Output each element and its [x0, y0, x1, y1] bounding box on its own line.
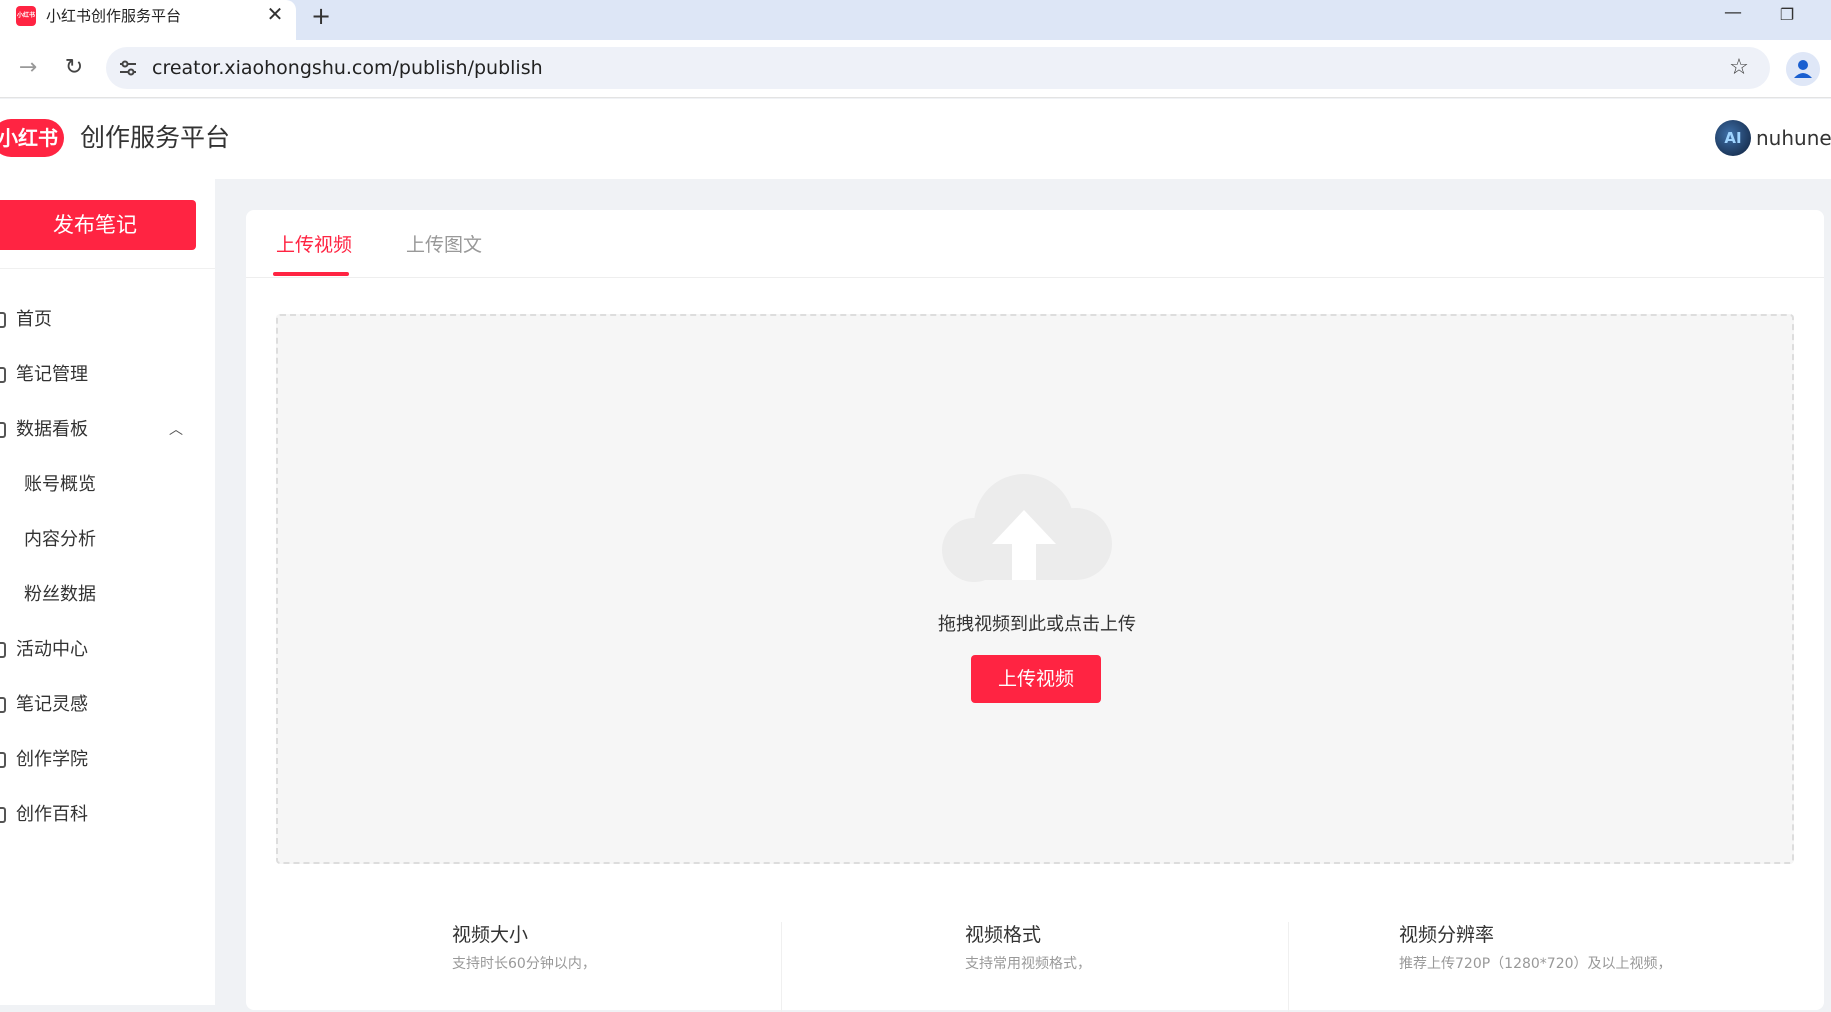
address-bar[interactable]: creator.xiaohongshu.com/publish/publish …	[106, 47, 1770, 89]
publish-card: 上传视频 上传图文 拖拽视频到此或点击上传 上传视频 视频大小 支持时长60分钟…	[246, 210, 1824, 1012]
sidebar-item-account-overview[interactable]: 账号概览	[0, 465, 215, 505]
sidebar-item-note-management[interactable]: 笔记管理	[0, 355, 215, 395]
sidebar-item-label: 活动中心	[16, 639, 88, 660]
sidebar-item-label: 内容分析	[24, 529, 96, 550]
arrow-right-icon[interactable]: →	[12, 52, 44, 84]
sidebar-item-creator-academy[interactable]: 创作学院	[0, 740, 215, 780]
sidebar-item-label: 笔记灵感	[16, 694, 88, 715]
upload-video-button[interactable]: 上传视频	[971, 655, 1101, 703]
url-text[interactable]: creator.xiaohongshu.com/publish/publish	[152, 57, 543, 79]
sidebar-item-creator-wiki[interactable]: 创作百科	[0, 795, 215, 835]
sidebar-item-label: 首页	[16, 309, 52, 330]
info-divider	[781, 922, 782, 1012]
sidebar-item-data-dashboard[interactable]: 数据看板 ︿	[0, 410, 215, 450]
info-desc: 推荐上传720P（1280*720）及以上视频，	[1399, 956, 1672, 972]
publish-note-button[interactable]: 发布笔记	[0, 200, 196, 250]
app-title: 创作服务平台	[80, 123, 231, 152]
app-header: 小红书 创作服务平台 AI nuhune	[0, 99, 1831, 179]
restore-icon[interactable]: ❐	[1772, 0, 1802, 30]
note-icon	[0, 367, 6, 383]
academy-icon	[0, 752, 6, 768]
info-title: 视频格式	[965, 924, 1042, 946]
reload-icon[interactable]: ↻	[58, 52, 90, 84]
chevron-up-icon[interactable]: ︿	[166, 410, 186, 450]
avatar[interactable]: AI	[1715, 120, 1751, 156]
sidebar-item-home[interactable]: 首页	[0, 300, 215, 340]
info-video-size: 视频大小 支持时长60分钟以内，	[452, 922, 596, 974]
sidebar-item-label: 粉丝数据	[24, 584, 96, 605]
sidebar-item-fan-data[interactable]: 粉丝数据	[0, 575, 215, 615]
sidebar-item-note-inspiration[interactable]: 笔记灵感	[0, 685, 215, 725]
browser-tabbar: 小红书 小红书创作服务平台 ✕ + — ❐	[0, 0, 1831, 40]
person-icon[interactable]	[1786, 52, 1820, 86]
info-desc: 支持常用视频格式，	[965, 956, 1091, 972]
chart-icon	[0, 422, 6, 438]
browser-toolbar: → ↻ creator.xiaohongshu.com/publish/publ…	[0, 40, 1831, 98]
dropzone-text: 拖拽视频到此或点击上传	[938, 614, 1136, 635]
video-dropzone[interactable]: 拖拽视频到此或点击上传 上传视频	[276, 314, 1794, 864]
tab-upload-video[interactable]: 上传视频	[276, 232, 352, 258]
username[interactable]: nuhune	[1756, 125, 1831, 151]
info-title: 视频分辨率	[1399, 924, 1495, 946]
minimize-icon[interactable]: —	[1718, 0, 1748, 30]
inspiration-icon	[0, 697, 6, 713]
sidebar-item-label: 账号概览	[24, 474, 96, 495]
info-desc: 支持时长60分钟以内，	[452, 956, 596, 972]
info-video-resolution: 视频分辨率 推荐上传720P（1280*720）及以上视频，	[1399, 922, 1672, 974]
info-title: 视频大小	[452, 924, 529, 946]
info-video-format: 视频格式 支持常用视频格式，	[965, 922, 1091, 974]
sidebar-item-content-analysis[interactable]: 内容分析	[0, 520, 215, 560]
close-icon[interactable]: ✕	[264, 3, 286, 25]
wiki-icon	[0, 807, 6, 823]
tune-icon[interactable]	[116, 56, 140, 80]
plus-icon[interactable]: +	[306, 3, 336, 29]
tab-title: 小红书创作服务平台	[46, 7, 182, 25]
active-tab-indicator	[273, 272, 349, 276]
xiaohongshu-logo[interactable]: 小红书	[0, 119, 64, 157]
xiaohongshu-favicon-icon: 小红书	[16, 6, 36, 26]
star-icon[interactable]: ☆	[1726, 55, 1752, 81]
tab-upload-image-text[interactable]: 上传图文	[406, 232, 482, 258]
sidebar-item-label: 创作学院	[16, 749, 88, 770]
sidebar-item-label: 笔记管理	[16, 364, 88, 385]
info-divider	[1288, 922, 1289, 1012]
sidebar: 发布笔记 首页 笔记管理 数据看板 ︿ 账号概览 内容分析 粉丝数据 活动中心 …	[0, 179, 215, 1005]
cloud-upload-icon	[942, 474, 1112, 582]
activity-icon	[0, 642, 6, 658]
browser-tab[interactable]: 小红书 小红书创作服务平台 ✕	[0, 0, 296, 40]
home-icon	[0, 312, 6, 328]
sidebar-divider	[0, 268, 215, 269]
sidebar-item-activity-center[interactable]: 活动中心	[0, 630, 215, 670]
sidebar-item-label: 创作百科	[16, 804, 88, 825]
sidebar-item-label: 数据看板	[16, 419, 88, 440]
publish-tabs: 上传视频 上传图文	[246, 210, 1824, 278]
